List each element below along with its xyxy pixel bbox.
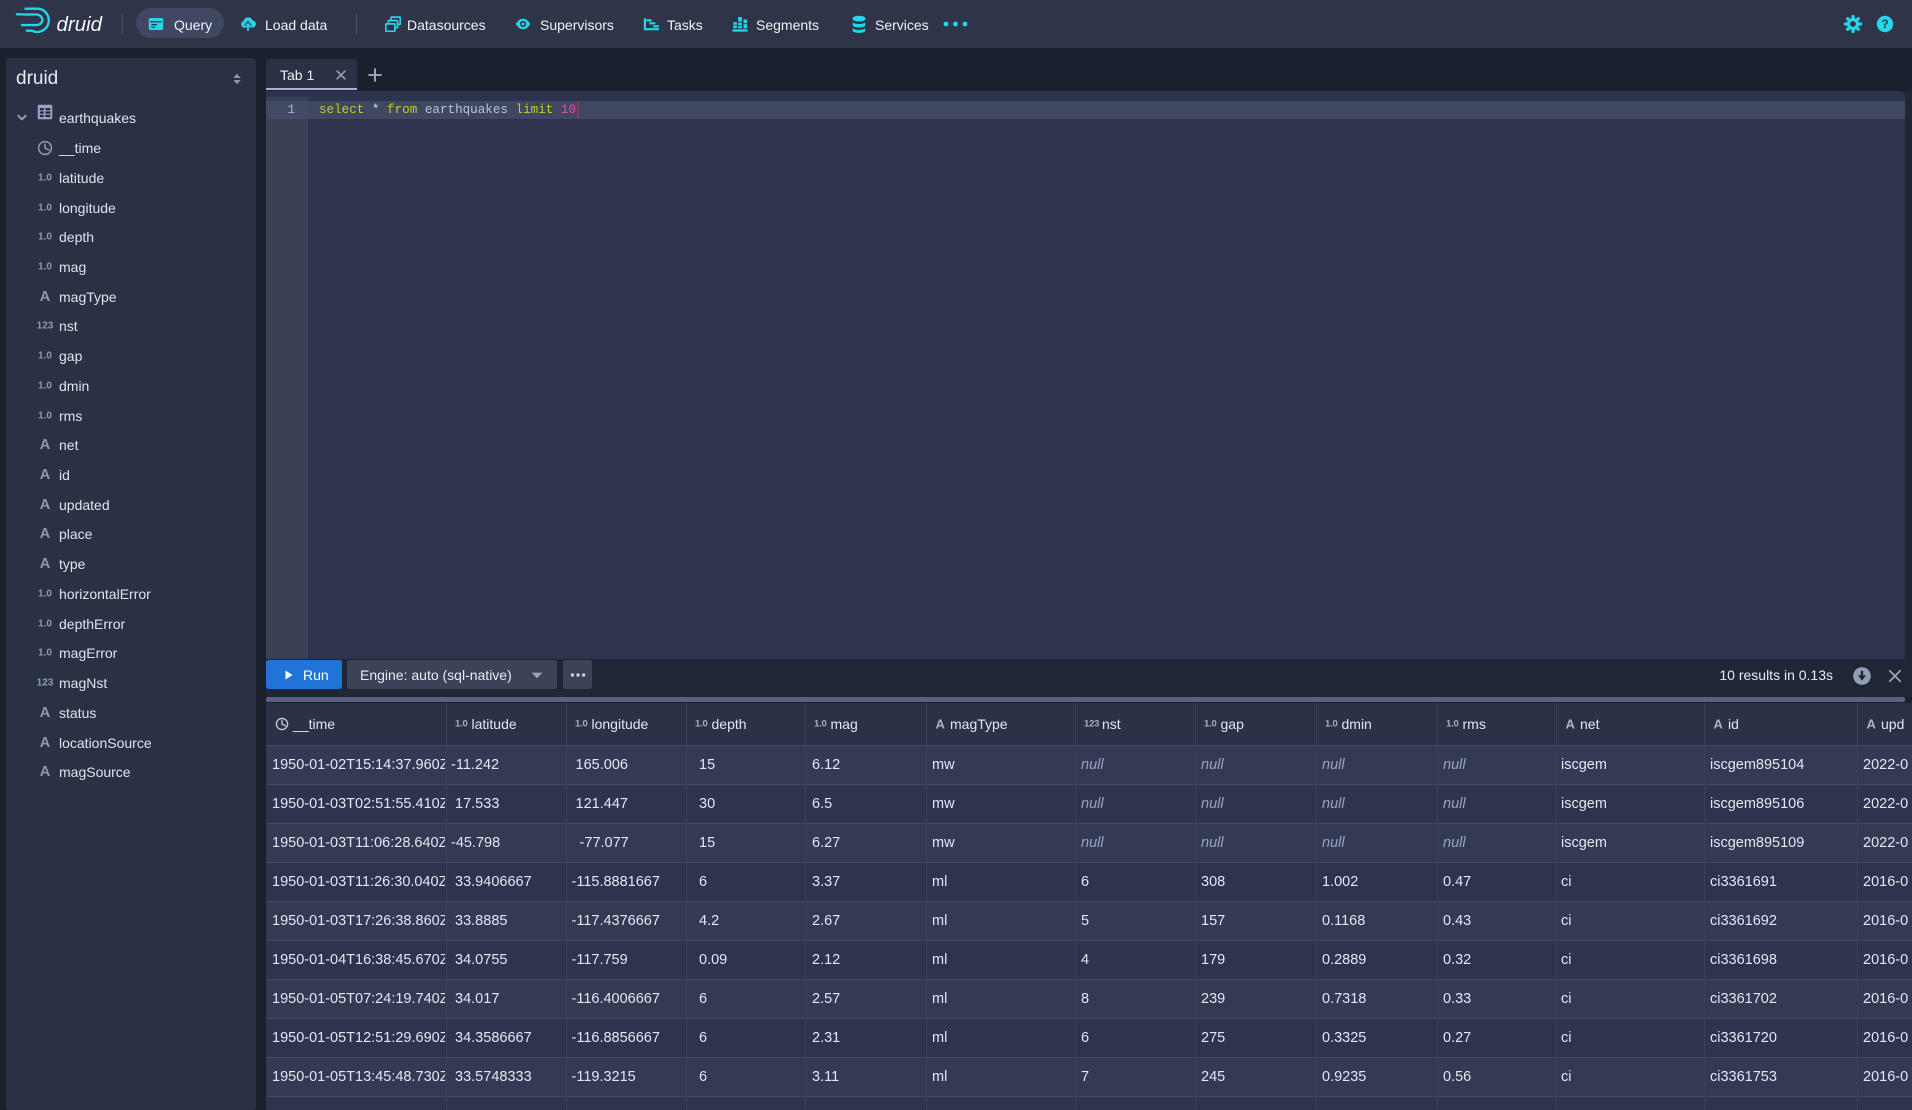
svg-text:?: ? [1881,17,1888,31]
